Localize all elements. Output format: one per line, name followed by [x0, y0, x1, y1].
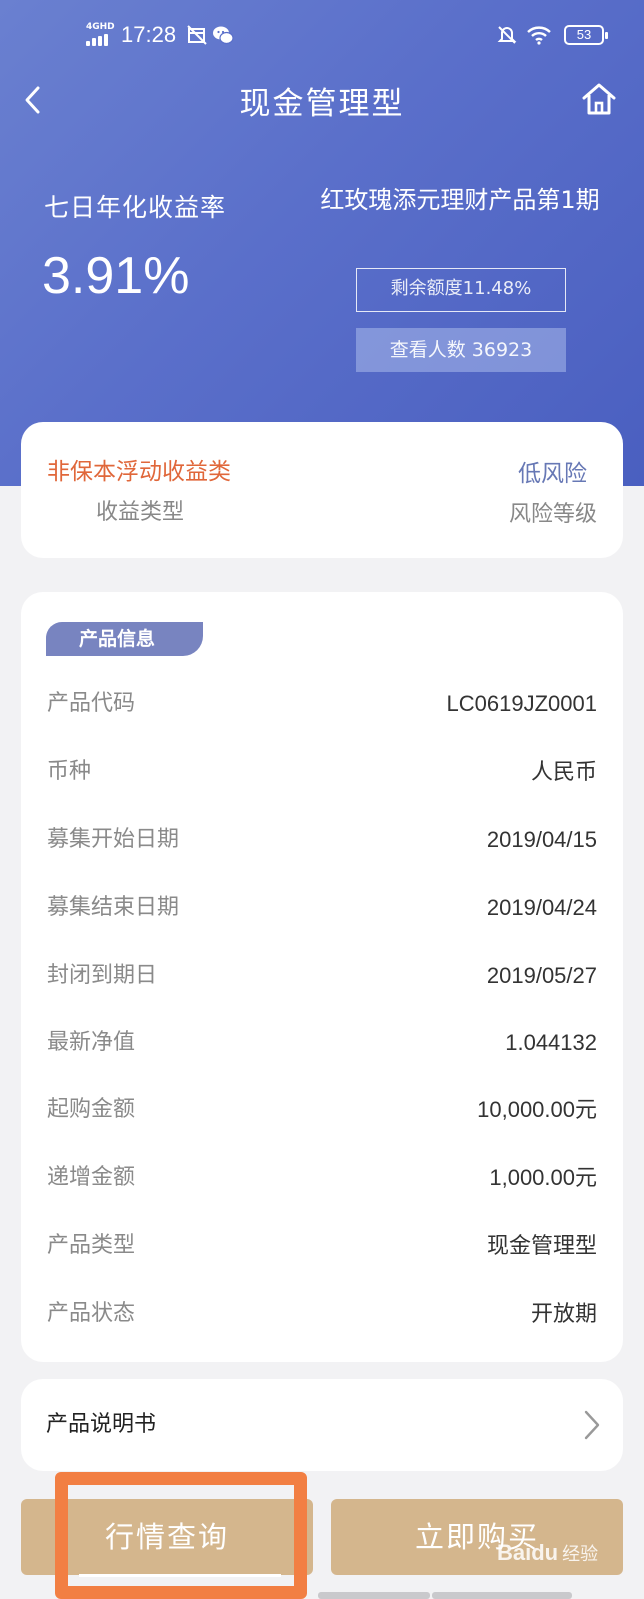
info-row: 产品状态 开放期 — [47, 1294, 597, 1334]
info-key: 产品状态 — [47, 1301, 136, 1326]
risk-level-value: 低风险 — [518, 461, 587, 487]
chevron-right-icon — [584, 1410, 600, 1440]
status-bar: 4GHD 17:28 53 — [0, 0, 644, 70]
info-row: 起购金额 10,000.00元 — [47, 1090, 597, 1130]
viewer-count-badge: 查看人数 36923 — [356, 328, 566, 372]
signal-icon — [86, 34, 112, 46]
info-value: 10,000.00元 — [477, 1097, 597, 1122]
watermark-suffix: 经验 — [562, 1544, 599, 1564]
calendar-off-icon — [187, 25, 207, 45]
clock: 17:28 — [121, 22, 177, 47]
return-type-label: 收益类型 — [96, 500, 185, 525]
return-type-value: 非保本浮动收益类 — [47, 459, 231, 485]
wifi-icon — [527, 26, 551, 45]
baidu-watermark: Baidu 经验 — [497, 1540, 598, 1566]
product-name: 红玫瑰添元理财产品第1期 — [320, 186, 600, 214]
mute-icon — [497, 26, 517, 44]
info-row: 递增金额 1,000.00元 — [47, 1158, 597, 1198]
product-manual-link[interactable]: 产品说明书 — [21, 1379, 623, 1471]
battery-icon: 53 — [564, 25, 608, 45]
info-value: LC0619JZ0001 — [446, 691, 597, 716]
watermark-brand: Baidu — [497, 1540, 559, 1565]
product-info-card: 产品信息 产品代码 LC0619JZ0001 币种 人民币 募集开始日期 201… — [21, 592, 623, 1362]
info-key: 产品类型 — [47, 1233, 136, 1258]
risk-level-label: 风险等级 — [508, 502, 597, 527]
info-value: 2019/04/15 — [486, 827, 597, 852]
page-title: 现金管理型 — [239, 86, 405, 122]
info-value: 1.044132 — [505, 1030, 597, 1055]
network-type: 4GHD — [86, 22, 115, 32]
info-key: 起购金额 — [47, 1097, 136, 1122]
info-value: 开放期 — [530, 1301, 597, 1326]
info-value: 1,000.00元 — [489, 1165, 597, 1190]
info-row: 产品代码 LC0619JZ0001 — [47, 684, 597, 724]
info-value: 2019/04/24 — [486, 895, 597, 920]
info-value: 人民币 — [530, 759, 597, 784]
info-row: 募集结束日期 2019/04/24 — [47, 888, 597, 928]
remaining-quota-badge: 剩余额度11.48% — [356, 268, 566, 312]
home-icon[interactable] — [580, 80, 618, 118]
highlight-annotation — [55, 1472, 307, 1599]
info-row: 募集开始日期 2019/04/15 — [47, 820, 597, 860]
product-manual-label: 产品说明书 — [46, 1412, 157, 1437]
info-value: 2019/05/27 — [486, 963, 597, 988]
hero-banner — [0, 0, 644, 486]
info-row: 封闭到期日 2019/05/27 — [47, 956, 597, 996]
info-key: 递增金额 — [47, 1165, 136, 1190]
gesture-bar — [432, 1592, 572, 1599]
yield-rate-label: 七日年化收益率 — [44, 193, 227, 222]
gesture-bar — [318, 1592, 430, 1599]
info-key: 币种 — [47, 759, 92, 784]
info-key: 募集结束日期 — [47, 895, 180, 920]
info-row: 最新净值 1.044132 — [47, 1023, 597, 1063]
info-value: 现金管理型 — [486, 1233, 597, 1258]
product-info-tab: 产品信息 — [46, 622, 203, 656]
info-row: 产品类型 现金管理型 — [47, 1226, 597, 1266]
info-key: 封闭到期日 — [47, 963, 158, 988]
info-key: 募集开始日期 — [47, 827, 180, 852]
info-key: 产品代码 — [47, 691, 136, 716]
info-row: 币种 人民币 — [47, 752, 597, 792]
info-key: 最新净值 — [47, 1030, 136, 1055]
wechat-icon — [213, 26, 234, 45]
yield-rate-value: 3.91% — [42, 247, 190, 305]
risk-summary-card: 非保本浮动收益类 收益类型 低风险 风险等级 — [21, 422, 623, 558]
underline-annotation — [79, 1574, 281, 1577]
